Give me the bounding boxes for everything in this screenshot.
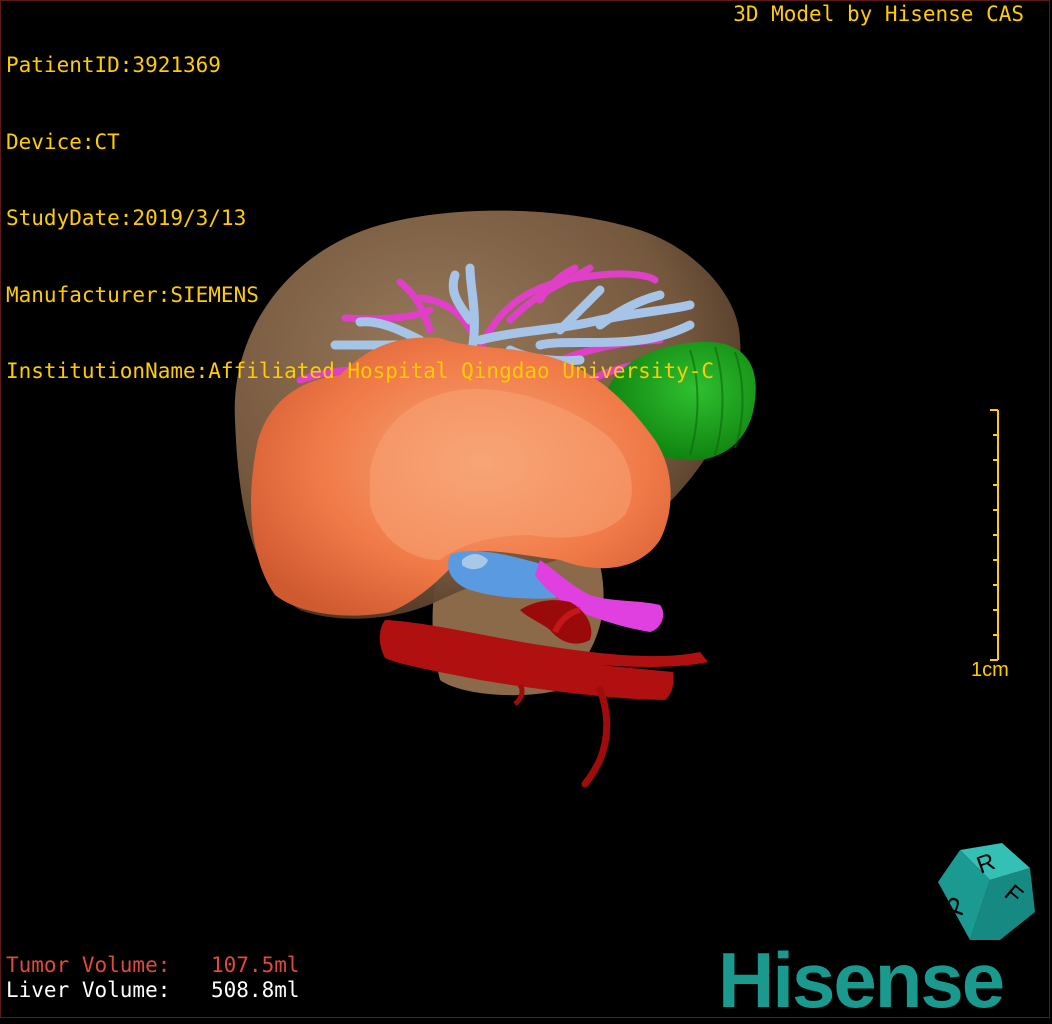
liver-volume-label: Liver Volume: xyxy=(6,978,171,1002)
liver-volume-value: 508.8ml xyxy=(211,978,300,1002)
manufacturer-text: Manufacturer:SIEMENS xyxy=(6,282,259,307)
institution-text: InstitutionName:Affiliated Hospital Qing… xyxy=(6,359,715,383)
scale-bar-label: 1cm xyxy=(971,659,1009,681)
orientation-cube[interactable]: P R F xyxy=(938,843,1035,940)
patient-id-text: PatientID:3921369 xyxy=(6,53,221,77)
tumor-volume-value: 107.5ml xyxy=(211,953,300,977)
scale-bar xyxy=(990,409,999,661)
liver-volume-readout: Liver Volume: 508.8ml xyxy=(6,978,300,1002)
study-date-text: StudyDate:2019/3/13 xyxy=(6,206,247,230)
model-credit-text: 3D Model by Hisense CAS xyxy=(733,2,1024,26)
device-text: Device:CT xyxy=(6,129,120,154)
hisense-logo: Hisense xyxy=(718,936,1005,1024)
dicom-info-overlay: PatientID:3921369 Device:CT StudyDate:20… xyxy=(6,2,714,410)
tumor-volume-readout: Tumor Volume: 107.5ml xyxy=(6,953,300,977)
tumor-volume-label: Tumor Volume: xyxy=(6,953,171,977)
